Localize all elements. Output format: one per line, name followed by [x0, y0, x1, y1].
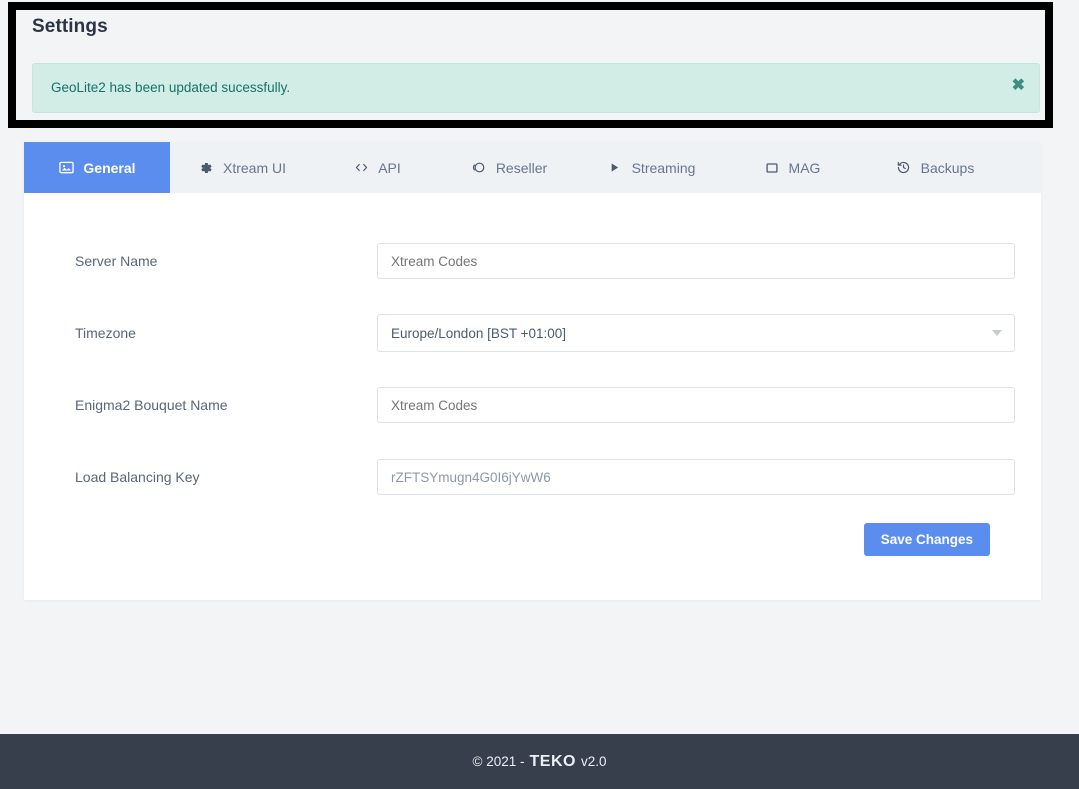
timezone-select[interactable]: Europe/London [BST +01:00]	[377, 314, 1015, 352]
history-clock-icon	[896, 160, 912, 176]
tab-label: Xtream UI	[223, 160, 286, 176]
page-footer: © 2021 - TEKO v2.0	[0, 734, 1079, 789]
form-row-load-balancing-key: Load Balancing Key	[50, 441, 1015, 513]
tab-streaming[interactable]: Streaming	[578, 142, 724, 193]
settings-page: Settings GeoLite2 has been updated suces…	[0, 0, 1079, 789]
gear-icon	[198, 160, 214, 176]
form-row-server-name: Server Name	[50, 225, 1015, 297]
highlighted-header-region: Settings GeoLite2 has been updated suces…	[8, 2, 1053, 128]
tab-xtream-ui[interactable]: Xtream UI	[170, 142, 314, 193]
footer-copyright: © 2021 -	[473, 754, 525, 769]
enigma2-bouquet-name-field-wrap	[377, 387, 1015, 423]
footer-brand: TEKO	[530, 753, 576, 771]
tab-backups[interactable]: Backups	[860, 142, 1010, 193]
tab-mag[interactable]: MAG	[724, 142, 860, 193]
success-alert: GeoLite2 has been updated sucessfully. ✖	[32, 63, 1040, 113]
load-balancing-key-field-wrap	[377, 459, 1015, 495]
tab-reseller[interactable]: Reseller	[440, 142, 578, 193]
tab-label: MAG	[789, 160, 821, 176]
tab-label: Reseller	[496, 160, 547, 176]
enigma2-bouquet-name-input[interactable]	[377, 387, 1015, 423]
server-name-field-wrap	[377, 243, 1015, 279]
tab-label: General	[83, 160, 135, 176]
tab-general[interactable]: General	[24, 142, 170, 193]
tab-api[interactable]: API	[314, 142, 440, 193]
save-changes-button[interactable]: Save Changes	[864, 523, 990, 556]
timezone-field-wrap: Europe/London [BST +01:00]	[377, 314, 1015, 352]
page-title: Settings	[32, 16, 108, 38]
settings-tabs: General Xtream UI API	[24, 142, 1041, 193]
server-name-label: Server Name	[50, 253, 377, 269]
alert-message: GeoLite2 has been updated sucessfully.	[51, 80, 290, 95]
server-name-input[interactable]	[377, 243, 1015, 279]
close-icon[interactable]: ✖	[1012, 78, 1025, 94]
enigma2-bouquet-name-label: Enigma2 Bouquet Name	[50, 397, 377, 413]
image-card-icon	[58, 160, 74, 176]
form-row-timezone: Timezone Europe/London [BST +01:00]	[50, 297, 1015, 369]
timezone-selected-value: Europe/London [BST +01:00]	[391, 326, 566, 341]
tab-label: API	[378, 160, 401, 176]
general-settings-form: Server Name Timezone Europe/London [BST …	[24, 193, 1041, 600]
tv-square-icon	[764, 160, 780, 176]
form-row-enigma2-bouquet-name: Enigma2 Bouquet Name	[50, 369, 1015, 441]
load-balancing-key-label: Load Balancing Key	[50, 469, 377, 485]
header-inner: Settings GeoLite2 has been updated suces…	[16, 10, 1045, 120]
settings-card: General Xtream UI API	[24, 142, 1041, 600]
footer-version: v2.0	[581, 754, 607, 769]
volume-circle-icon	[471, 160, 487, 176]
form-actions: Save Changes	[50, 513, 1015, 556]
code-brackets-icon	[353, 160, 369, 176]
load-balancing-key-input[interactable]	[377, 459, 1015, 495]
play-triangle-icon	[607, 160, 623, 176]
timezone-label: Timezone	[50, 325, 377, 341]
page-background-strip	[0, 128, 24, 734]
tab-label: Backups	[921, 160, 975, 176]
tab-label: Streaming	[632, 160, 696, 176]
